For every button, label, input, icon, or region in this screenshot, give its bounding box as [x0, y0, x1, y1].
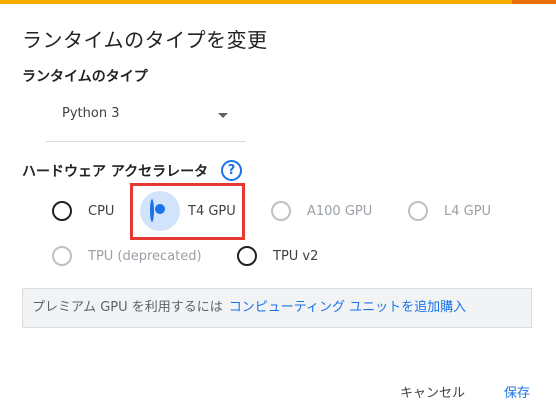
- radio-a100-gpu[interactable]: A100 GPU: [271, 201, 372, 221]
- hardware-accelerator-label: ハードウェア アクセラレータ: [22, 164, 209, 180]
- radio-label-tpu-deprecated: TPU (deprecated): [88, 248, 202, 264]
- top-bar-accent: [512, 0, 556, 4]
- radio-label-tpu-v2: TPU v2: [273, 248, 319, 264]
- cancel-button[interactable]: キャンセル: [400, 382, 465, 401]
- radio-l4-gpu[interactable]: L4 GPU: [408, 201, 491, 221]
- top-progress-bar: [0, 0, 556, 4]
- radio-button-icon: [408, 201, 428, 221]
- save-button[interactable]: 保存: [504, 382, 530, 401]
- radio-button-icon: [52, 201, 72, 221]
- radio-label-a100-gpu: A100 GPU: [307, 203, 373, 219]
- runtime-type-select[interactable]: Python 3: [46, 96, 246, 142]
- help-icon[interactable]: ?: [221, 160, 242, 181]
- runtime-type-label: ランタイムのタイプ: [22, 69, 148, 85]
- runtime-type-value: Python 3: [62, 106, 120, 121]
- premium-gpu-info-text: プレミアム GPU を利用するには: [32, 300, 223, 315]
- radio-t4-gpu[interactable]: T4 GPU: [140, 191, 236, 231]
- radio-label-cpu: CPU: [88, 203, 115, 219]
- dialog-title: ランタイムのタイプを変更: [22, 28, 268, 52]
- premium-gpu-info-box: プレミアム GPU を利用するには コンピューティング ユニットを追加購入: [22, 288, 532, 328]
- radio-button-checked-icon: [150, 199, 154, 222]
- radio-tpu-deprecated[interactable]: TPU (deprecated): [52, 246, 202, 266]
- dropdown-caret-icon: [218, 113, 228, 118]
- radio-button-icon: [237, 246, 257, 266]
- radio-wrap: [140, 191, 180, 231]
- radio-button-icon: [271, 201, 291, 221]
- radio-label-t4-gpu: T4 GPU: [188, 203, 236, 219]
- radio-label-l4-gpu: L4 GPU: [444, 203, 492, 219]
- radio-tpu-v2[interactable]: TPU v2: [237, 246, 318, 266]
- buy-compute-units-link[interactable]: コンピューティング ユニットを追加購入: [229, 300, 466, 315]
- radio-button-icon: [52, 246, 72, 266]
- radio-cpu[interactable]: CPU: [52, 201, 114, 221]
